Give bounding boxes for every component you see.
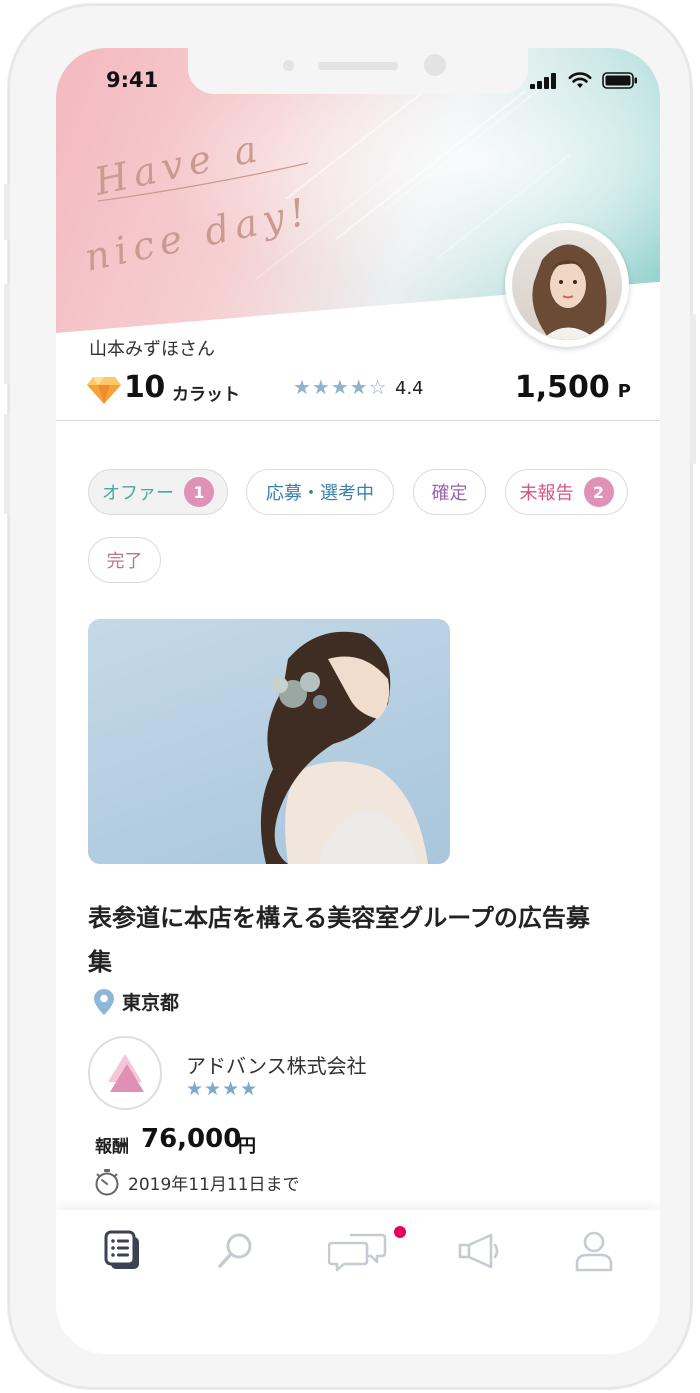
phone-notch <box>188 48 528 94</box>
rating-value: 4.4 <box>395 378 424 399</box>
messages-notification-dot <box>394 1226 406 1238</box>
section-divider <box>56 420 660 421</box>
megaphone-icon <box>458 1233 499 1269</box>
diamond-icon <box>87 377 121 404</box>
reward-label: 報酬 <box>95 1137 129 1157</box>
filter-tab-label: 完了 <box>106 551 143 572</box>
filter-tab-confirmed[interactable]: 確定 <box>413 469 486 515</box>
phone-frame: 9:41 Have a nice day! 山本みずほさん 10 カラット ★★… <box>4 4 696 1389</box>
carat-unit: カラット <box>172 385 240 405</box>
tab-list[interactable] <box>93 1226 153 1276</box>
status-time: 9:41 <box>106 68 159 92</box>
sensor-dot <box>283 60 294 71</box>
power-button <box>690 314 696 464</box>
job-title[interactable]: 表参道に本店を構える美容室グループの広告募集 <box>88 896 608 984</box>
job-photo[interactable] <box>88 619 450 864</box>
profile-avatar[interactable] <box>505 223 629 347</box>
job-location: 東京都 <box>94 988 179 1015</box>
profile-stats: 10 カラット ★★★★☆ 4.4 1,500 P <box>86 370 631 410</box>
filter-tab-offer[interactable]: オファー 1 <box>88 469 228 515</box>
unreported-count-badge: 2 <box>583 477 614 507</box>
tab-profile[interactable] <box>564 1226 624 1276</box>
rating-stars: ★★★★☆ <box>293 375 388 399</box>
svg-text:nice day!: nice day! <box>81 189 315 280</box>
wifi-icon <box>568 72 592 88</box>
filter-tab-completed[interactable]: 完了 <box>88 537 161 583</box>
tab-messages[interactable] <box>328 1226 388 1276</box>
have-a-nice-day-lettering: Have a nice day! <box>78 125 378 297</box>
user-icon <box>575 1231 613 1272</box>
reward-value: 76,000 <box>141 1124 242 1154</box>
filter-tab-unreported[interactable]: 未報告 2 <box>505 469 628 515</box>
bottom-tab-bar <box>56 1210 660 1354</box>
filter-tab-label: 確定 <box>431 483 468 504</box>
front-camera <box>424 54 446 76</box>
battery-icon <box>602 72 637 89</box>
filter-tab-label: オファー <box>102 483 174 504</box>
screen: 9:41 Have a nice day! 山本みずほさん 10 カラット ★★… <box>56 48 660 1354</box>
filter-tab-label: 応募・選考中 <box>266 483 374 504</box>
company-rating-stars: ★★★★ <box>186 1078 259 1100</box>
user-name: 山本みずほさん <box>89 339 215 360</box>
svg-text:Have a: Have a <box>90 143 267 204</box>
reward-unit: 円 <box>238 1136 256 1157</box>
tab-announcements[interactable] <box>449 1226 509 1276</box>
filter-tab-label: 未報告 <box>519 483 574 504</box>
chat-icon <box>328 1233 387 1272</box>
location-pin-icon <box>94 988 114 1015</box>
company-logo[interactable] <box>88 1036 162 1110</box>
search-icon <box>218 1233 252 1268</box>
volume-down-button <box>4 414 10 514</box>
speaker-grille <box>318 62 398 70</box>
carat-value: 10 <box>124 370 165 405</box>
points-balance: 1,500 P <box>515 370 631 405</box>
offer-count-badge: 1 <box>184 477 214 507</box>
company-name[interactable]: アドバンス株式会社 <box>186 1050 367 1079</box>
mute-switch <box>4 184 10 240</box>
tab-search[interactable] <box>206 1226 266 1276</box>
list-icon <box>104 1230 139 1269</box>
points-value: 1,500 <box>514 370 610 405</box>
stopwatch-icon <box>95 1169 119 1196</box>
filter-tab-applying[interactable]: 応募・選考中 <box>246 469 394 515</box>
deadline-text: 2019年11月11日まで <box>128 1174 300 1195</box>
status-icons <box>530 72 638 89</box>
points-unit: P <box>617 381 631 402</box>
volume-up-button <box>4 284 10 384</box>
signal-icon <box>530 73 556 89</box>
location-text: 東京都 <box>122 992 180 1014</box>
deadline: 2019年11月11日まで <box>94 1168 300 1196</box>
